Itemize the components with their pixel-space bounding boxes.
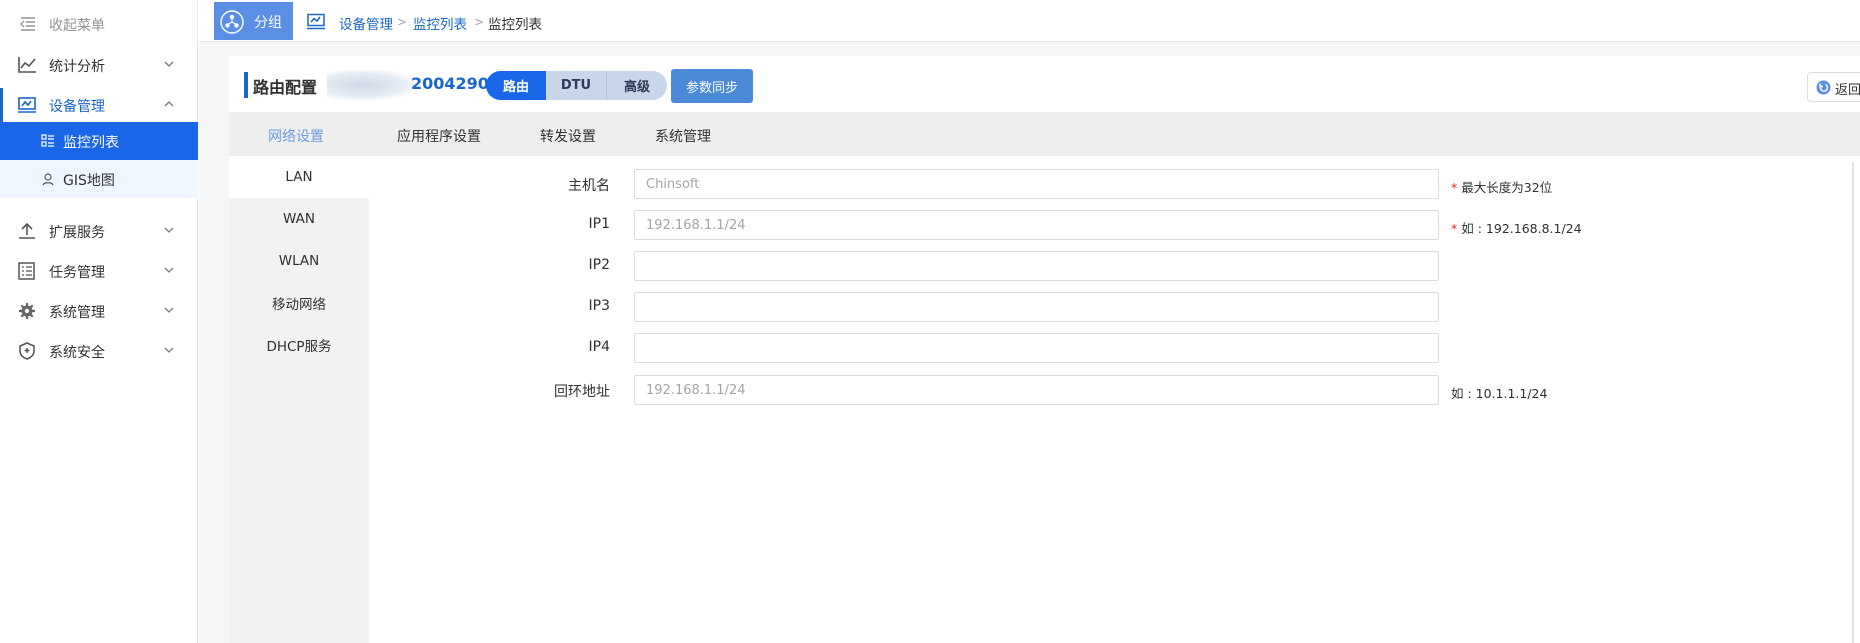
mode-tab-dtu[interactable]: DTU <box>546 71 607 100</box>
collapse-menu-button[interactable]: 收起菜单 <box>0 6 198 42</box>
tab-network-settings[interactable]: 网络设置 <box>268 126 324 146</box>
group-icon <box>220 10 244 34</box>
task-list-icon <box>18 262 35 280</box>
chevron-down-icon <box>164 307 174 313</box>
hostname-hint-text: 最大长度为32位 <box>1461 180 1553 195</box>
hostname-hint: * 最大长度为32位 <box>1451 177 1552 196</box>
breadcrumb-separator: > <box>397 15 408 29</box>
subnav-wan[interactable]: WAN <box>229 198 369 240</box>
sidebar-item-task-management[interactable]: 任务管理 <box>0 252 198 290</box>
breadcrumb-separator: > <box>474 15 485 29</box>
shield-icon <box>19 342 35 360</box>
page-title: 路由配置 <box>253 78 318 97</box>
line-chart-icon <box>18 57 36 73</box>
sidebar-item-label: 任务管理 <box>49 265 105 281</box>
ip2-label: IP2 <box>588 257 610 273</box>
tab-forwarding-settings[interactable]: 转发设置 <box>540 126 596 146</box>
collapse-menu-label: 收起菜单 <box>49 18 105 34</box>
sidebar-item-monitor-list[interactable]: 监控列表 <box>0 122 198 160</box>
router-config-panel: 路由配置 2004290006 路由 DTU 高级 参数同步 返回 网络设置 应… <box>229 56 1860 643</box>
scrollbar-track[interactable] <box>1852 162 1854 643</box>
title-accent-bar <box>244 72 248 98</box>
mode-tab-route[interactable]: 路由 <box>486 71 546 100</box>
subnav-wlan[interactable]: WLAN <box>229 240 369 282</box>
back-arrow-icon <box>1816 80 1831 95</box>
group-button[interactable]: 分组 <box>214 2 293 40</box>
ip1-input[interactable] <box>634 210 1439 240</box>
content-area: 路由配置 2004290006 路由 DTU 高级 参数同步 返回 网络设置 应… <box>199 46 1860 643</box>
monitor-icon <box>18 97 36 113</box>
list-grid-icon <box>41 134 54 147</box>
sidebar-item-label: 设备管理 <box>49 99 105 115</box>
param-sync-button[interactable]: 参数同步 <box>671 69 753 103</box>
map-pin-icon <box>42 173 54 186</box>
ip1-hint-text: 如 : 192.168.8.1/24 <box>1461 221 1582 236</box>
ip2-input[interactable] <box>634 251 1439 281</box>
sidebar-item-system-security[interactable]: 系统安全 <box>0 332 198 370</box>
breadcrumb-monitor-icon <box>307 13 325 30</box>
collapse-menu-icon <box>20 17 35 31</box>
sidebar-item-statistics[interactable]: 统计分析 <box>0 46 198 84</box>
chevron-down-icon <box>164 267 174 273</box>
sidebar-sub-label: GIS地图 <box>63 173 115 189</box>
required-mark: * <box>1451 180 1458 195</box>
sidebar-item-gis-map[interactable]: GIS地图 <box>0 160 198 198</box>
chevron-down-icon <box>164 61 174 67</box>
config-tabs: 网络设置 应用程序设置 转发设置 系统管理 <box>229 112 1860 156</box>
hostname-input[interactable] <box>634 169 1439 199</box>
ip1-hint: * 如 : 192.168.8.1/24 <box>1451 218 1582 237</box>
gear-icon <box>19 303 35 319</box>
tab-application-settings[interactable]: 应用程序设置 <box>397 126 481 146</box>
sidebar-item-system-management[interactable]: 系统管理 <box>0 292 198 330</box>
redacted-region <box>327 70 415 100</box>
hostname-label: 主机名 <box>568 178 610 194</box>
sidebar-item-label: 扩展服务 <box>49 225 105 241</box>
sidebar: 收起菜单 统计分析 设备管理 监控列表 GIS地图 扩展服务 任务管理 系统管理… <box>0 0 198 643</box>
ip4-label: IP4 <box>588 339 610 355</box>
sidebar-item-label: 系统安全 <box>49 345 105 361</box>
breadcrumb-current: 监控列表 <box>488 17 542 33</box>
loopback-input[interactable] <box>634 375 1439 405</box>
ip4-input[interactable] <box>634 333 1439 363</box>
ip3-input[interactable] <box>634 292 1439 322</box>
ip1-label: IP1 <box>588 216 610 232</box>
sidebar-item-label: 系统管理 <box>49 305 105 321</box>
sidebar-item-label: 统计分析 <box>49 59 105 75</box>
back-button[interactable]: 返回 <box>1807 72 1860 102</box>
group-button-label: 分组 <box>254 15 282 31</box>
sidebar-item-device-management[interactable]: 设备管理 <box>0 86 198 124</box>
upload-icon <box>19 222 35 239</box>
top-bar: 分组 设备管理 > 监控列表 > 监控列表 <box>199 0 1860 46</box>
loopback-hint: 如 : 10.1.1.1/24 <box>1451 386 1548 401</box>
back-button-label: 返回 <box>1835 83 1860 98</box>
required-mark: * <box>1451 221 1458 236</box>
tab-system-management[interactable]: 系统管理 <box>655 126 711 146</box>
chevron-down-icon <box>164 347 174 353</box>
breadcrumb-monitor-list[interactable]: 监控列表 <box>413 13 467 33</box>
subnav-dhcp-service[interactable]: DHCP服务 <box>229 324 369 366</box>
subnav-mobile-network[interactable]: 移动网络 <box>229 282 369 324</box>
breadcrumb-device-management[interactable]: 设备管理 <box>339 13 393 33</box>
mode-tab-advanced[interactable]: 高级 <box>607 71 667 100</box>
sidebar-sub-label: 监控列表 <box>63 135 119 151</box>
chevron-up-icon <box>164 101 174 107</box>
ip3-label: IP3 <box>588 298 610 314</box>
sidebar-item-extension-services[interactable]: 扩展服务 <box>0 212 198 250</box>
loopback-label: 回环地址 <box>554 384 610 400</box>
subnav-lan[interactable]: LAN <box>229 156 369 198</box>
chevron-down-icon <box>164 227 174 233</box>
network-subnav: LAN WAN WLAN 移动网络 DHCP服务 <box>229 156 369 643</box>
